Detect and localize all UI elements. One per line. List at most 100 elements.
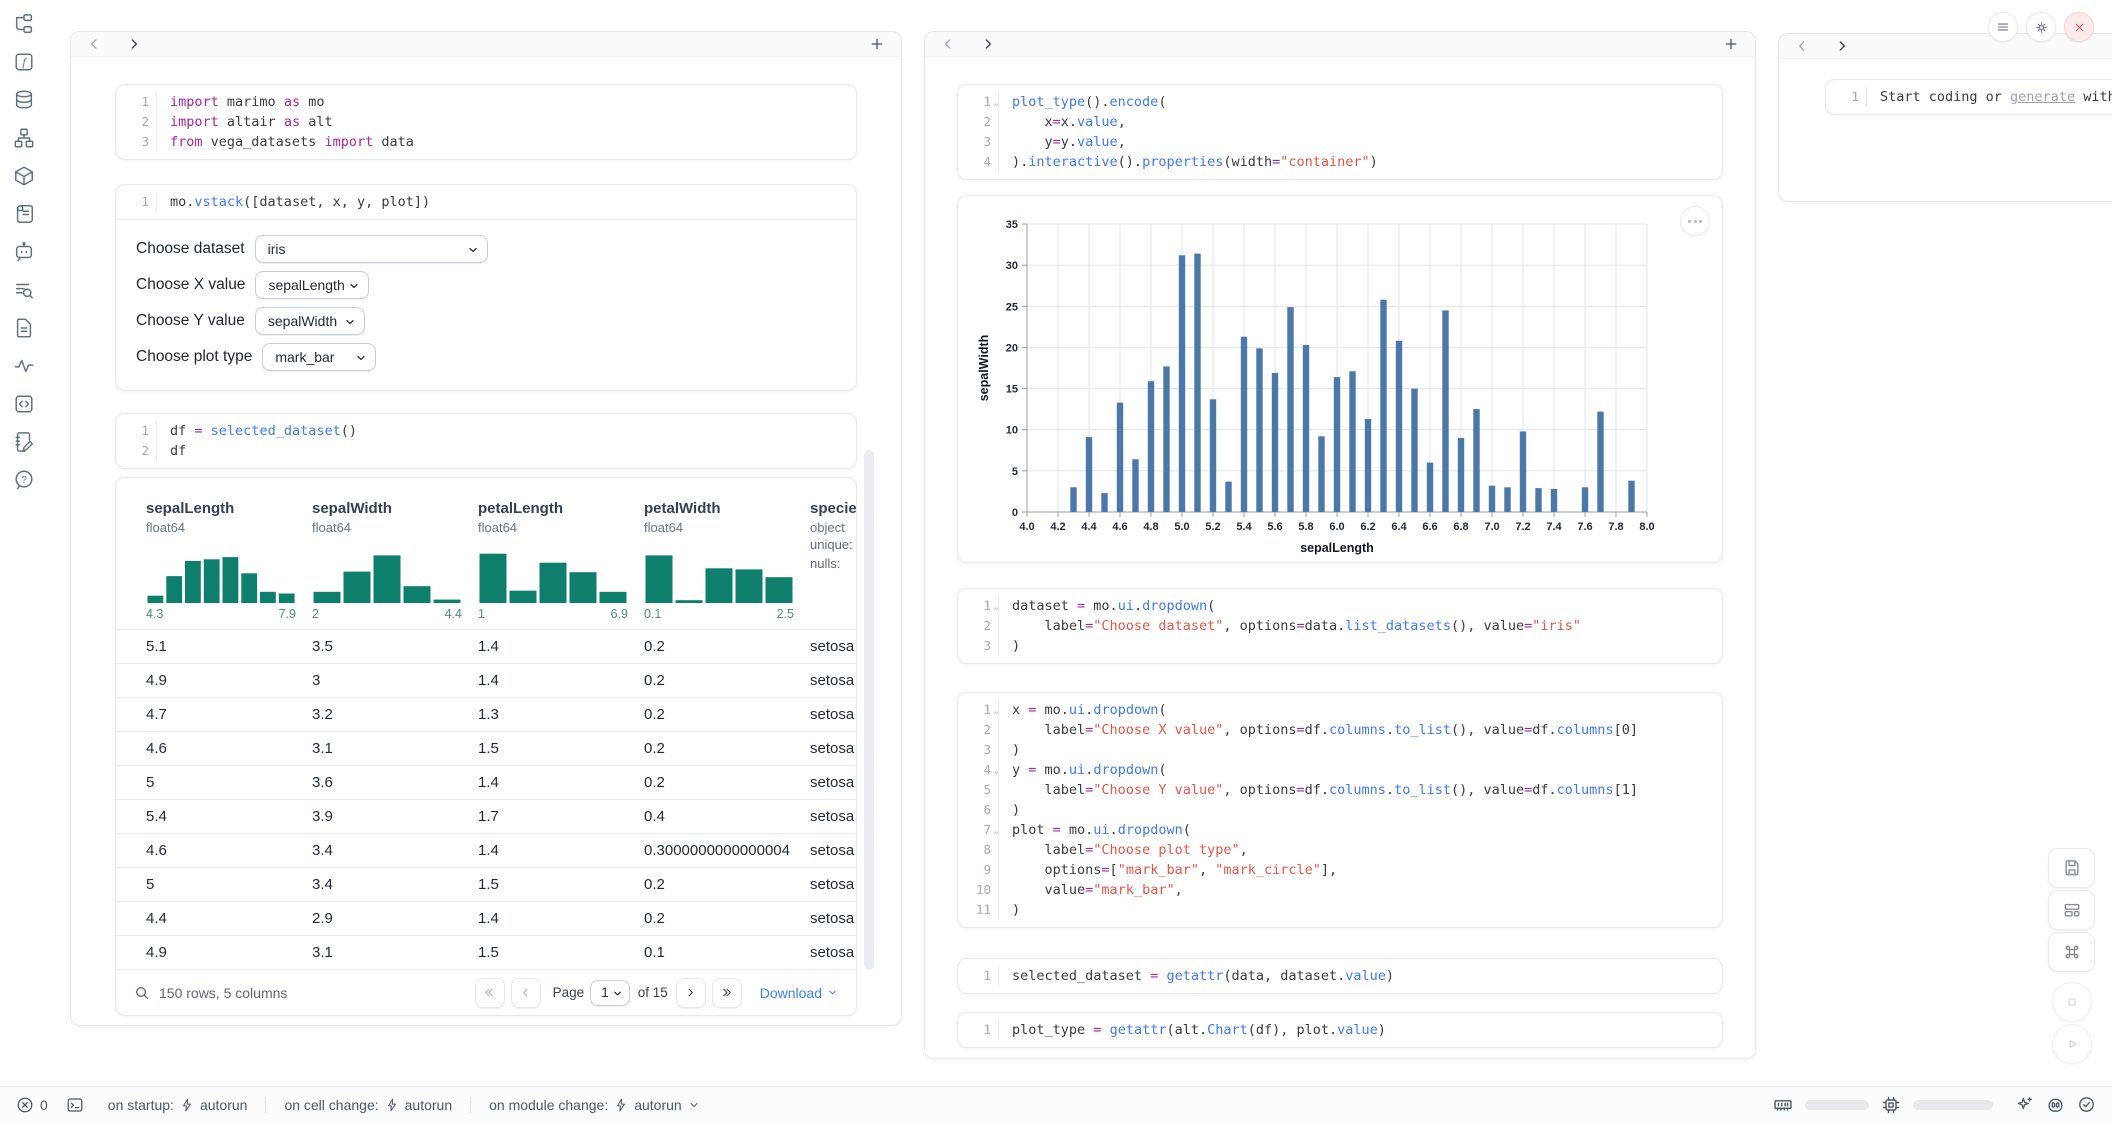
code-placeholder[interactable]: Start coding or generate with <box>1880 87 2112 107</box>
chevron-down-icon <box>344 316 356 328</box>
package-icon[interactable] <box>12 164 36 188</box>
code-cell[interactable]: 1⌄234⌄567⌄891011x = mo.ui.dropdown( labe… <box>957 692 1723 928</box>
chart-menu-button[interactable] <box>1680 206 1710 236</box>
snippets-icon[interactable] <box>12 392 36 416</box>
svg-text:6.2: 6.2 <box>1360 521 1375 533</box>
chevron-left-icon[interactable] <box>941 37 955 51</box>
table-row[interactable]: 5.43.91.70.4setosa <box>116 799 856 833</box>
last-page-button[interactable] <box>712 978 742 1008</box>
table-cell: 0.2 <box>644 774 810 791</box>
close-button[interactable] <box>2064 12 2094 42</box>
next-page-button[interactable] <box>676 978 706 1008</box>
function-icon[interactable]: f <box>12 50 36 74</box>
notebook-edit-icon[interactable] <box>12 430 36 454</box>
code-editor[interactable]: plot_type().encode( x=x.value, y=y.value… <box>999 92 1722 172</box>
prev-page-button[interactable] <box>511 978 541 1008</box>
fold-icon[interactable]: ⌄ <box>994 701 999 721</box>
table-column-header[interactable]: speciesobjectunique:nulls: <box>810 500 857 621</box>
activity-icon[interactable] <box>12 354 36 378</box>
table-cell: 4.7 <box>146 706 312 723</box>
table-column-header[interactable]: sepalLengthfloat644.37.9 <box>146 500 312 621</box>
table-cell: setosa <box>810 706 857 723</box>
table-row[interactable]: 4.63.41.40.3000000000000004setosa <box>116 833 856 867</box>
code-cell[interactable]: 1selected_dataset = getattr(data, datase… <box>957 958 1723 994</box>
svg-text:8.0: 8.0 <box>1639 521 1654 533</box>
dropdown-select[interactable]: sepalWidth <box>255 307 365 335</box>
table-cell: 1.4 <box>478 842 644 859</box>
download-button[interactable]: Download <box>760 985 838 1001</box>
table-cell: setosa <box>810 740 857 757</box>
ai-sparkles-icon[interactable] <box>2015 1095 2034 1114</box>
code-cell[interactable]: 1⌄234plot_type().encode( x=x.value, y=y.… <box>957 84 1723 180</box>
table-column-header[interactable]: petalWidthfloat640.12.5 <box>644 500 810 621</box>
code-cell[interactable]: 12df = selected_dataset()df <box>115 413 857 469</box>
terminal-button[interactable] <box>66 1096 84 1114</box>
table-cell: 1.4 <box>478 638 644 655</box>
search-icon[interactable] <box>134 985 150 1001</box>
table-row[interactable]: 4.93.11.50.1setosa <box>116 935 856 969</box>
chevron-right-icon[interactable] <box>1835 39 1849 53</box>
status-check-icon[interactable] <box>2077 1095 2096 1114</box>
settings-button[interactable] <box>2026 12 2056 42</box>
generate-link[interactable]: generate <box>2010 89 2075 105</box>
code-editor[interactable]: import marimo as moimport altair as altf… <box>157 92 856 152</box>
code-editor[interactable]: mo.vstack([dataset, x, y, plot]) <box>157 192 856 212</box>
dependency-graph-icon[interactable] <box>12 126 36 150</box>
table-row[interactable]: 5.13.51.40.2setosa <box>116 629 856 663</box>
document-icon[interactable] <box>12 316 36 340</box>
code-cell[interactable]: 1plot_type = getattr(alt.Chart(df), plot… <box>957 1012 1723 1048</box>
list-search-icon[interactable] <box>12 278 36 302</box>
table-row[interactable]: 4.73.21.30.2setosa <box>116 697 856 731</box>
command-icon <box>2062 942 2082 962</box>
add-cell-icon[interactable] <box>1723 36 1739 52</box>
chevron-left-icon[interactable] <box>1795 39 1809 53</box>
fold-icon[interactable]: ⌄ <box>994 93 999 113</box>
code-editor[interactable]: plot_type = getattr(alt.Chart(df), plot.… <box>999 1020 1722 1040</box>
table-row[interactable]: 4.63.11.50.2setosa <box>116 731 856 765</box>
database-icon[interactable] <box>12 88 36 112</box>
scroll-logs-icon[interactable] <box>12 202 36 226</box>
code-cell[interactable]: 1mo.vstack([dataset, x, y, plot])Choose … <box>115 184 857 391</box>
copilot-icon[interactable] <box>2046 1095 2065 1114</box>
dropdown-select[interactable]: iris <box>255 235 488 263</box>
chat-bot-icon[interactable] <box>12 240 36 264</box>
empty-code-cell[interactable]: 1 Start coding or generate with <box>1825 79 2112 115</box>
code-editor[interactable]: df = selected_dataset()df <box>157 421 856 461</box>
menu-button[interactable] <box>1988 12 2018 42</box>
table-row[interactable]: 4.42.91.40.2setosa <box>116 901 856 935</box>
chevron-right-icon[interactable] <box>981 37 995 51</box>
table-cell: 3.4 <box>312 876 478 893</box>
run-button[interactable] <box>2052 1024 2092 1064</box>
chevron-left-icon[interactable] <box>87 37 101 51</box>
table-scrollbar[interactable] <box>864 450 874 970</box>
errors-indicator[interactable] <box>16 1096 34 1114</box>
fold-icon[interactable]: ⌄ <box>994 761 999 781</box>
file-tree-icon[interactable] <box>12 12 36 36</box>
table-row[interactable]: 53.61.40.2setosa <box>116 765 856 799</box>
dropdown-select[interactable]: mark_bar <box>262 343 376 371</box>
add-cell-icon[interactable] <box>869 36 885 52</box>
help-icon[interactable]: ? <box>12 468 36 492</box>
save-button[interactable] <box>2048 848 2095 888</box>
code-editor[interactable]: selected_dataset = getattr(data, dataset… <box>999 966 1722 986</box>
code-editor[interactable]: x = mo.ui.dropdown( label="Choose X valu… <box>999 700 1722 920</box>
chevron-right-icon[interactable] <box>127 37 141 51</box>
page-select[interactable]: 1 <box>590 980 630 1006</box>
table-column-header[interactable]: sepalWidthfloat6424.4 <box>312 500 478 621</box>
table-row[interactable]: 4.931.40.2setosa <box>116 663 856 697</box>
first-page-button[interactable] <box>475 978 505 1008</box>
dropdown-select[interactable]: sepalLength <box>255 271 369 299</box>
on-cell-change-setting[interactable]: on cell change: autorun <box>284 1097 452 1113</box>
code-cell[interactable]: 123import marimo as moimport altair as a… <box>115 84 857 160</box>
table-column-header[interactable]: petalLengthfloat6416.9 <box>478 500 644 621</box>
table-row[interactable]: 53.41.50.2setosa <box>116 867 856 901</box>
command-palette-button[interactable] <box>2048 932 2095 972</box>
on-module-change-setting[interactable]: on module change: autorun <box>489 1097 700 1113</box>
code-editor[interactable]: dataset = mo.ui.dropdown( label="Choose … <box>999 596 1722 656</box>
fold-icon[interactable]: ⌄ <box>994 597 999 617</box>
layout-button[interactable] <box>2048 890 2095 930</box>
on-startup-setting[interactable]: on startup: autorun <box>108 1097 248 1113</box>
stop-button[interactable] <box>2052 982 2092 1022</box>
fold-icon[interactable]: ⌄ <box>994 821 999 841</box>
code-cell[interactable]: 1⌄23dataset = mo.ui.dropdown( label="Cho… <box>957 588 1723 664</box>
